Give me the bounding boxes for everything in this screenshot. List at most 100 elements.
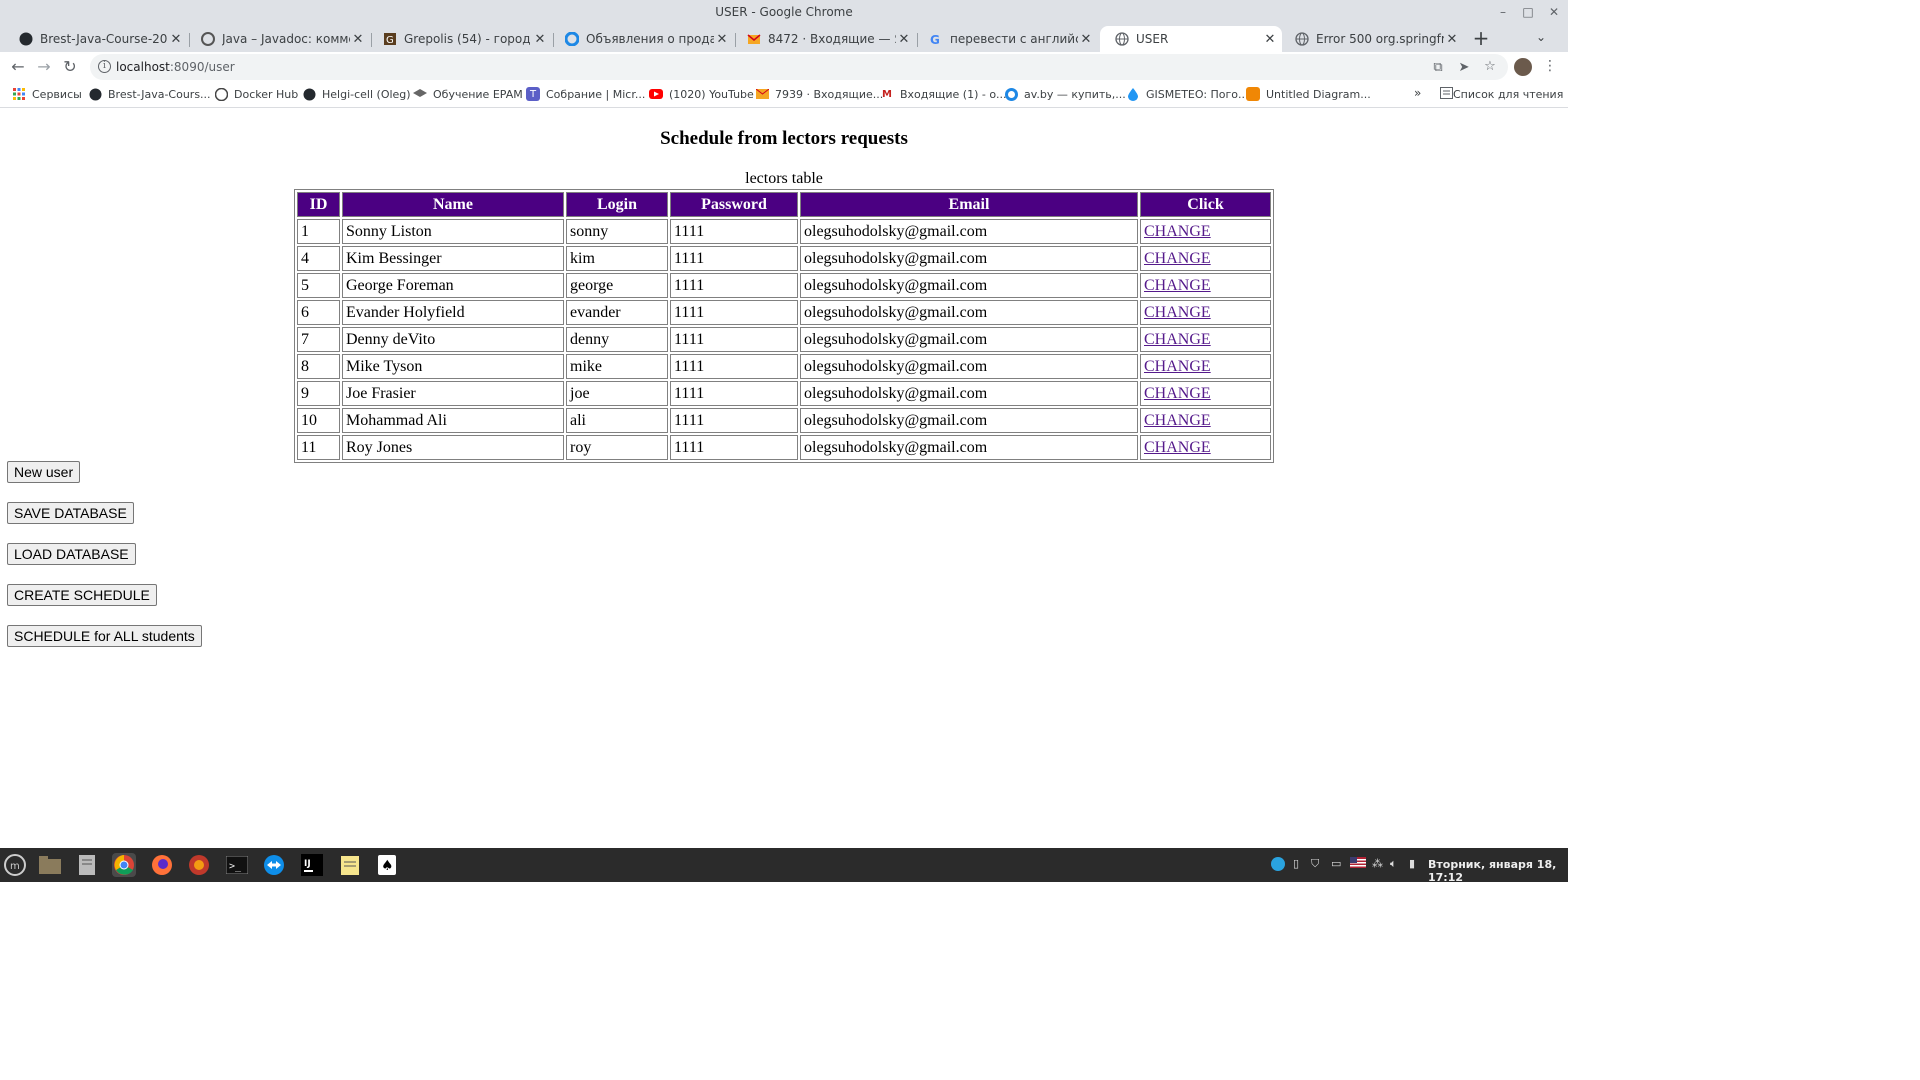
table-row: 4 Kim Bessinger kim 1111 olegsuhodolsky@… xyxy=(297,246,1271,271)
back-arrow-icon[interactable]: ← xyxy=(7,56,29,78)
bookmark-item[interactable]: 7939 · Входящие... xyxy=(755,87,883,101)
change-link[interactable]: CHANGE xyxy=(1144,304,1211,321)
intellij-icon[interactable]: IJ xyxy=(300,853,324,877)
game-app-icon[interactable] xyxy=(187,853,211,877)
address-bar[interactable]: i localhost:8090/user ⧉ ➤ ☆ xyxy=(90,54,1508,80)
tab-1[interactable]: Java – Javadoc: коммента ✕ xyxy=(186,26,370,52)
bookmark-item[interactable]: GISMETEO: Пого... xyxy=(1126,87,1249,101)
solitaire-icon[interactable]: ♠ xyxy=(375,853,399,877)
save-database-button[interactable]: SAVE DATABASE xyxy=(7,502,134,524)
minimize-button[interactable]: – xyxy=(1494,4,1512,20)
volume-tray-icon[interactable]: 🔈︎ xyxy=(1390,857,1397,871)
battery-tray-icon[interactable]: ▮ xyxy=(1409,857,1415,870)
reading-list-button[interactable]: Список для чтения xyxy=(1440,87,1563,102)
column-header-id: ID xyxy=(297,192,340,217)
notes-icon[interactable] xyxy=(338,853,362,877)
text-editor-icon[interactable] xyxy=(75,853,99,877)
tab-close-icon[interactable]: ✕ xyxy=(1078,32,1094,47)
create-schedule-button[interactable]: CREATE SCHEDULE xyxy=(7,584,157,606)
bookmark-item[interactable]: T Собрание | Micr... xyxy=(526,87,645,101)
tab-0[interactable]: Brest-Java-Course-2021-2/ ✕ xyxy=(4,26,188,52)
tab-close-icon[interactable]: ✕ xyxy=(1444,32,1460,47)
tab-close-icon[interactable]: ✕ xyxy=(350,32,366,47)
cell-id: 5 xyxy=(297,273,340,298)
bookmark-item[interactable]: Обучение EPAM xyxy=(413,87,523,101)
schedule-all-students-button[interactable]: SCHEDULE for ALL students xyxy=(7,625,202,647)
change-link[interactable]: CHANGE xyxy=(1144,250,1211,267)
tab-close-icon[interactable]: ✕ xyxy=(896,32,912,47)
send-tab-icon[interactable]: ➤ xyxy=(1456,60,1472,75)
change-link[interactable]: CHANGE xyxy=(1144,223,1211,240)
page-title: Schedule from lectors requests xyxy=(660,128,908,149)
shield-tray-icon[interactable]: ⛉ xyxy=(1311,857,1319,871)
translate-icon[interactable]: ⧉ xyxy=(1430,60,1446,75)
drawio-icon xyxy=(1246,87,1260,101)
grepolis-icon: G xyxy=(382,31,398,47)
tab-2[interactable]: G Grepolis (54) - город krove ✕ xyxy=(368,26,552,52)
telegram-tray-icon[interactable] xyxy=(1271,857,1285,874)
forward-arrow-icon[interactable]: → xyxy=(33,56,55,78)
more-bookmarks-button[interactable]: » xyxy=(1414,86,1421,100)
files-icon[interactable] xyxy=(38,853,62,877)
svg-text:♠: ♠ xyxy=(381,858,394,874)
tab-close-icon[interactable]: ✕ xyxy=(168,32,184,47)
kebab-menu-icon[interactable]: ⋮ xyxy=(1543,58,1557,74)
close-window-button[interactable]: ✕ xyxy=(1545,4,1563,20)
new-user-button[interactable]: New user xyxy=(7,461,81,483)
change-link[interactable]: CHANGE xyxy=(1144,277,1211,294)
bookmark-label: Обучение EPAM xyxy=(433,87,523,101)
terminal-icon[interactable]: >_ xyxy=(225,853,249,877)
window-title: USER - Google Chrome xyxy=(715,5,853,19)
tab-close-icon[interactable]: ✕ xyxy=(532,32,548,47)
cell-login: ali xyxy=(566,408,668,433)
chrome-icon[interactable] xyxy=(112,853,136,877)
drive-tray-icon[interactable]: ▭ xyxy=(1331,857,1341,870)
change-link[interactable]: CHANGE xyxy=(1144,331,1211,348)
change-link[interactable]: CHANGE xyxy=(1144,439,1211,456)
bookmark-item[interactable]: Helgi-cell (Oleg) xyxy=(302,87,411,101)
bookmark-item[interactable]: Docker Hub xyxy=(214,87,298,101)
change-link[interactable]: CHANGE xyxy=(1144,358,1211,375)
column-header-email: Email xyxy=(800,192,1138,217)
bookmark-item[interactable]: M Входящие (1) - о... xyxy=(880,87,1007,101)
bookmark-star-icon[interactable]: ☆ xyxy=(1482,59,1498,74)
bookmark-apps[interactable]: Сервисы xyxy=(12,87,82,101)
tab-7[interactable]: Error 500 org.springframew ✕ xyxy=(1280,26,1464,52)
site-info-icon[interactable]: i xyxy=(98,60,111,73)
maximize-button[interactable]: □ xyxy=(1519,4,1537,20)
cell-name: Mohammad Ali xyxy=(342,408,564,433)
clipboard-tray-icon[interactable]: ▯ xyxy=(1293,857,1299,870)
tab-close-icon[interactable]: ✕ xyxy=(714,32,730,47)
tab-close-icon[interactable]: ✕ xyxy=(1262,32,1278,47)
cell-login: roy xyxy=(566,435,668,460)
change-link[interactable]: CHANGE xyxy=(1144,412,1211,429)
cell-login: george xyxy=(566,273,668,298)
firefox-icon[interactable] xyxy=(150,853,174,877)
cell-click: CHANGE xyxy=(1140,435,1271,460)
bookmark-item[interactable]: (1020) YouTube xyxy=(649,87,754,101)
load-database-button[interactable]: LOAD DATABASE xyxy=(7,543,136,565)
bookmark-label: av.by — купить,... xyxy=(1024,87,1126,101)
url-text[interactable]: localhost:8090/user xyxy=(116,60,235,74)
tab-5[interactable]: G перевести с английского ✕ xyxy=(914,26,1098,52)
us-flag-keyboard-icon[interactable] xyxy=(1350,857,1366,871)
reload-icon[interactable]: ↻ xyxy=(59,56,81,78)
tab-3[interactable]: Объявления о продаже а ✕ xyxy=(550,26,734,52)
profile-avatar[interactable] xyxy=(1514,58,1532,76)
tab-search-chevron-icon[interactable]: ⌄ xyxy=(1536,30,1546,44)
tab-4[interactable]: 8472 · Входящие — Яндек ✕ xyxy=(732,26,916,52)
teamviewer-icon[interactable] xyxy=(262,853,286,877)
tab-6-active[interactable]: USER ✕ xyxy=(1100,26,1282,52)
network-tray-icon[interactable]: ⁂ xyxy=(1372,857,1383,870)
bookmark-item[interactable]: av.by — купить,... xyxy=(1004,87,1126,101)
table-caption: lectors table xyxy=(745,170,823,187)
new-tab-button[interactable]: + xyxy=(1470,28,1492,50)
cell-name: Evander Holyfield xyxy=(342,300,564,325)
mint-menu-icon[interactable]: m xyxy=(3,853,27,877)
change-link[interactable]: CHANGE xyxy=(1144,385,1211,402)
taskbar-clock[interactable]: Вторник, января 18, 17:12 xyxy=(1428,858,1568,884)
bookmark-item[interactable]: Brest-Java-Cours... xyxy=(88,87,211,101)
bookmark-label: Helgi-cell (Oleg) xyxy=(322,87,411,101)
svg-text:>_: >_ xyxy=(229,861,242,872)
bookmark-item[interactable]: Untitled Diagram... xyxy=(1246,87,1371,101)
